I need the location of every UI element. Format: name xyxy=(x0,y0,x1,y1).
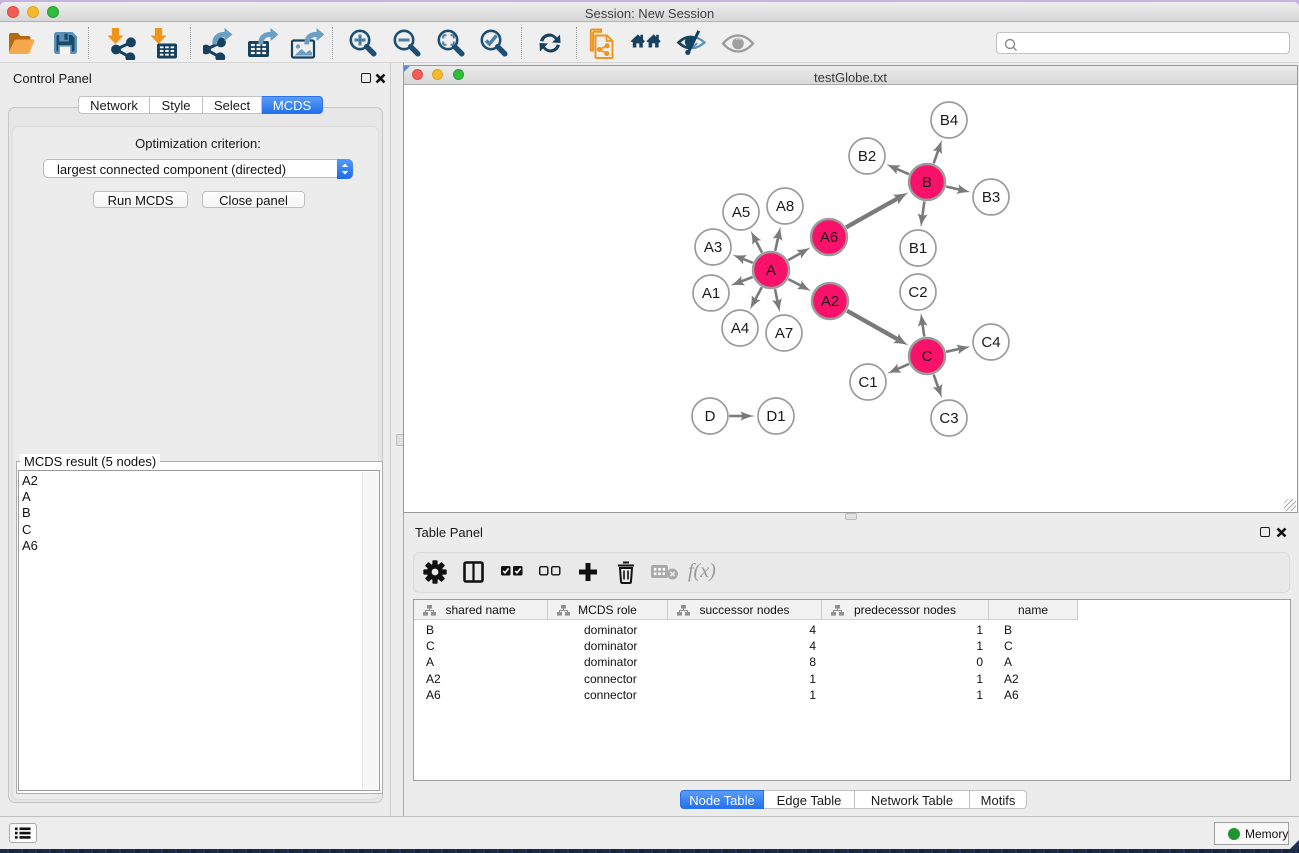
svg-text:B2: B2 xyxy=(858,148,876,165)
svg-text:D1: D1 xyxy=(766,408,785,425)
svg-text:C1: C1 xyxy=(858,374,877,391)
svg-text:C2: C2 xyxy=(908,284,927,301)
svg-text:C3: C3 xyxy=(939,410,958,427)
svg-text:C: C xyxy=(922,348,933,365)
svg-text:B4: B4 xyxy=(940,112,958,129)
svg-text:A1: A1 xyxy=(702,285,720,302)
svg-text:B: B xyxy=(922,174,932,191)
svg-text:C4: C4 xyxy=(981,334,1000,351)
svg-text:B1: B1 xyxy=(909,240,927,257)
svg-text:A: A xyxy=(766,262,776,279)
svg-text:A2: A2 xyxy=(821,293,839,310)
svg-text:A6: A6 xyxy=(820,229,838,246)
svg-text:A4: A4 xyxy=(731,320,749,337)
svg-text:A7: A7 xyxy=(775,325,793,342)
svg-text:A3: A3 xyxy=(704,239,722,256)
svg-text:A5: A5 xyxy=(732,204,750,221)
svg-text:D: D xyxy=(705,408,716,425)
svg-text:B3: B3 xyxy=(982,189,1000,206)
svg-text:A8: A8 xyxy=(776,198,794,215)
